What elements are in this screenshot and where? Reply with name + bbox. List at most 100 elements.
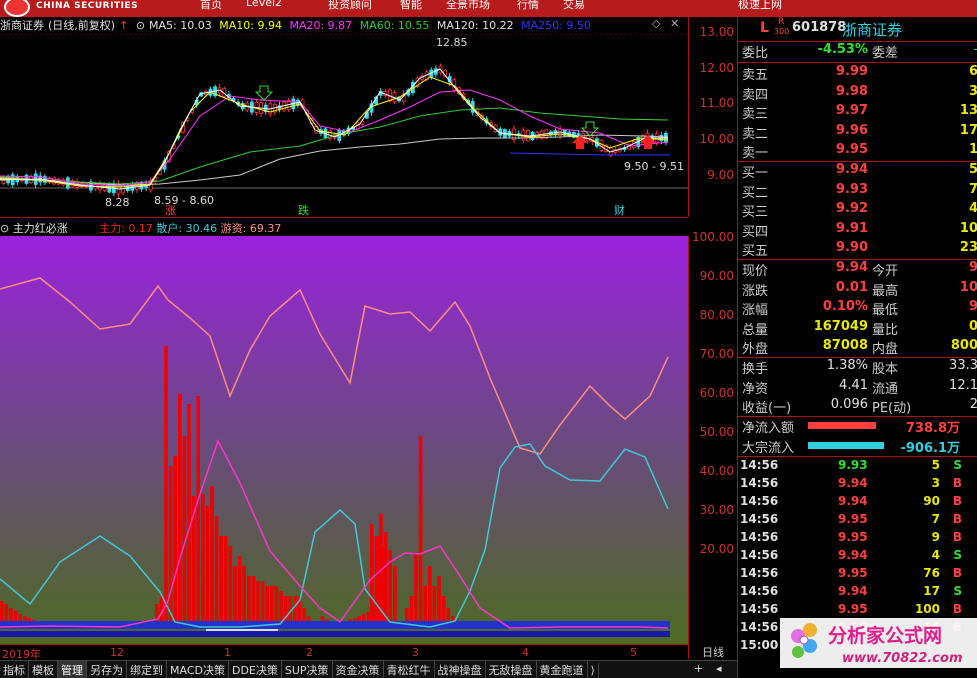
tick-row: 14:56 9.93 5 S bbox=[738, 458, 977, 476]
fundamental-row[interactable]: 换手 1.38% 股本 33.3 bbox=[738, 358, 977, 378]
zhuli-bar bbox=[210, 486, 214, 628]
period-selector[interactable]: 日线 bbox=[688, 644, 737, 659]
stock-header: L R 300 601878 浙商证券 bbox=[738, 17, 977, 41]
bid-row[interactable]: 买三 9.92 4 bbox=[738, 201, 977, 221]
flow-bar bbox=[808, 441, 884, 449]
ind-tick: 60.00 bbox=[699, 386, 734, 400]
tab-fund[interactable]: 资金决策 bbox=[333, 661, 384, 678]
bid-row[interactable]: 买四 9.91 10 bbox=[738, 221, 977, 241]
quote-label: 总量 bbox=[742, 322, 769, 338]
index-badge: 300 bbox=[774, 27, 790, 36]
ask-row[interactable]: 卖四 9.98 3 bbox=[738, 84, 977, 104]
gear-icon[interactable]: ⊙ bbox=[136, 19, 145, 32]
menu-fast[interactable]: 极速上网 bbox=[738, 0, 782, 12]
flow-row[interactable]: 大宗流入 -906.1万 bbox=[738, 437, 977, 457]
zhuli-bar bbox=[370, 524, 374, 628]
add-tab-button[interactable]: + bbox=[694, 662, 703, 675]
ask-row[interactable]: 卖三 9.97 13 bbox=[738, 103, 977, 123]
ask-row[interactable]: 卖五 9.99 6 bbox=[738, 64, 977, 84]
tab-more-icon[interactable]: ⟩ bbox=[588, 663, 599, 678]
quote-row[interactable]: 涨幅 0.10% 最低 9 bbox=[738, 299, 977, 319]
tab-wudi[interactable]: 无敌操盘 bbox=[486, 661, 537, 678]
menu-quotes[interactable]: 行情 bbox=[517, 0, 539, 12]
menu-advisor[interactable]: 投资顾问 bbox=[328, 0, 372, 12]
zhuli-bar bbox=[428, 566, 432, 628]
close-icon[interactable]: ✕ bbox=[670, 17, 679, 30]
ask-row[interactable]: 卖二 9.96 17 bbox=[738, 123, 977, 143]
tick-side: B bbox=[952, 476, 962, 490]
tick-row: 14:56 9.94 4 S bbox=[738, 548, 977, 566]
tick-price: 9.95 bbox=[838, 602, 868, 616]
stock-code: 601878 bbox=[792, 20, 847, 35]
ask-volume: 13 bbox=[959, 103, 977, 118]
gear-icon[interactable]: ⊙ bbox=[0, 222, 9, 235]
fund-value: 0.096 bbox=[830, 397, 868, 412]
l-badge: L bbox=[760, 20, 769, 36]
zhuli-bar bbox=[196, 396, 200, 628]
ask-price: 9.98 bbox=[835, 83, 868, 99]
diamond-icon[interactable]: ◇ bbox=[652, 17, 660, 30]
quote-label-2: 最低 bbox=[872, 303, 899, 318]
scroll-left-button[interactable]: ◂ bbox=[716, 662, 722, 675]
tick-price: 9.95 bbox=[838, 530, 868, 544]
quote-panel: L R 300 601878 浙商证券 委比 -4.53% 委差 - 卖五 9.9… bbox=[737, 17, 977, 678]
tab-macd[interactable]: MACD决策 bbox=[167, 661, 229, 678]
chart-mode[interactable]: (日线,前复权) bbox=[48, 19, 115, 32]
ask-price: 9.95 bbox=[835, 142, 868, 157]
indicator-chart[interactable] bbox=[0, 236, 688, 644]
ask-row[interactable]: 卖一 9.95 1 bbox=[738, 142, 977, 162]
tab-huangjin[interactable]: 黄金跑道 bbox=[537, 661, 588, 678]
date-tick: 5 bbox=[630, 646, 637, 659]
flow-row[interactable]: 净流入额 738.8万 bbox=[738, 417, 977, 437]
quote-value-2: 800 bbox=[950, 338, 977, 353]
ma5-label: MA5: 10.03 bbox=[149, 19, 212, 32]
tab-zhanshen[interactable]: 战神操盘 bbox=[435, 661, 486, 678]
weicha-value: - bbox=[973, 42, 977, 57]
tab-save-as[interactable]: 另存为 bbox=[87, 661, 127, 678]
bid-row[interactable]: 买二 9.93 7 bbox=[738, 182, 977, 202]
tick-price: 9.94 bbox=[838, 548, 868, 562]
tick-side: S bbox=[953, 458, 962, 472]
brand-text: CHINA SECURITIES bbox=[36, 1, 139, 11]
menu-trade[interactable]: 交易 bbox=[563, 0, 585, 12]
tab-sup[interactable]: SUP决策 bbox=[282, 661, 333, 678]
indicator-name[interactable]: 主力红必涨 bbox=[13, 222, 68, 235]
quote-row[interactable]: 外盘 87008 内盘 800 bbox=[738, 338, 977, 358]
tick-row: 14:56 9.95 7 B bbox=[738, 512, 977, 530]
tab-manage[interactable]: 管理 bbox=[58, 661, 87, 678]
zhuli-bar bbox=[237, 556, 242, 628]
zhuli-bar bbox=[201, 494, 205, 628]
quote-row[interactable]: 涨跌 0.01 最高 10 bbox=[738, 280, 977, 300]
menu-panorama[interactable]: 全景市场 bbox=[446, 0, 490, 12]
quote-row[interactable]: 现价 9.94 今开 9 bbox=[738, 260, 977, 280]
tab-bind-to[interactable]: 绑定到 bbox=[127, 661, 167, 678]
fundamental-row[interactable]: 收益(一) 0.096 PE(动) 2 bbox=[738, 397, 977, 417]
ma250-label: MA250: 9.50 bbox=[521, 19, 591, 32]
menu-level2[interactable]: Level2 bbox=[246, 0, 282, 9]
zhuli-bar bbox=[228, 546, 233, 628]
date-axis: 2019年 12 1 2 3 4 5 bbox=[0, 644, 688, 661]
menu-home[interactable]: 首页 bbox=[200, 0, 222, 12]
kline-chart[interactable]: 12.85 8.28 8.59 - 8.60 9.50 - 9.51 涨 跌 财 bbox=[0, 34, 688, 217]
ask-label: 卖三 bbox=[742, 107, 769, 122]
fundamental-row[interactable]: 净资 4.41 流通 12.1 bbox=[738, 378, 977, 398]
tab-template[interactable]: 模板 bbox=[29, 661, 58, 678]
quote-row[interactable]: 总量 167049 量比 0 bbox=[738, 319, 977, 339]
tab-dde[interactable]: DDE决策 bbox=[229, 661, 282, 678]
tick-side: B bbox=[952, 512, 962, 526]
tick-side: S bbox=[953, 584, 962, 598]
quote-label: 现价 bbox=[742, 264, 769, 279]
r-badge: R bbox=[778, 17, 785, 27]
tick-price: 9.95 bbox=[838, 566, 868, 580]
tab-qingsong[interactable]: 青松红牛 bbox=[384, 661, 435, 678]
tick-volume: 5 bbox=[931, 458, 940, 472]
quote-value: 0.01 bbox=[835, 279, 868, 295]
ma20-label: MA20: 9.87 bbox=[289, 19, 353, 32]
ask-price: 9.97 bbox=[835, 103, 868, 118]
tab-indicator[interactable]: 指标 bbox=[0, 661, 29, 678]
bid-row[interactable]: 买五 9.90 23 bbox=[738, 240, 977, 260]
bid-row[interactable]: 买一 9.94 5 bbox=[738, 162, 977, 182]
zhuli-bar bbox=[393, 566, 397, 628]
ind-tick: 100.00 bbox=[692, 230, 734, 244]
menu-smart[interactable]: 智能 bbox=[400, 0, 422, 12]
